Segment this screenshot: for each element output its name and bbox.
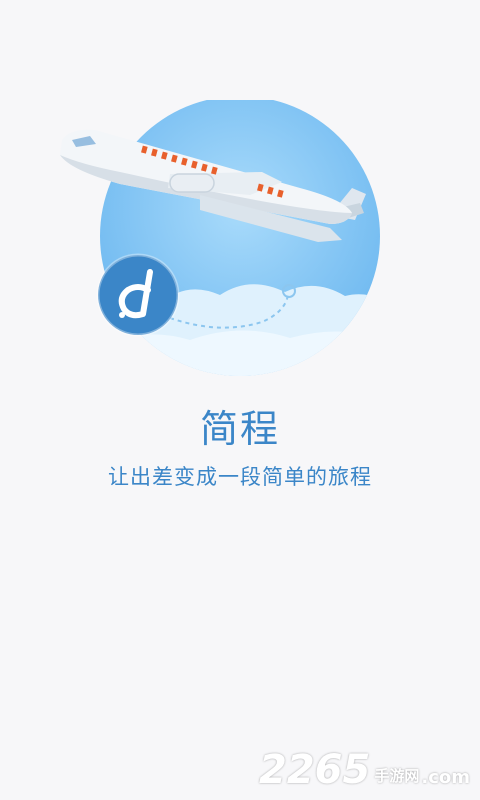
- watermark-number: 2265: [259, 747, 371, 793]
- app-title: 简程: [199, 407, 280, 451]
- splash-screen: 简程 让出差变成一段简单的旅程 2265 手游网 .com: [0, 0, 480, 800]
- watermark-suffix: .com: [421, 767, 470, 788]
- watermark: 2265 手游网 .com: [259, 746, 470, 792]
- app-tagline: 让出差变成一段简单的旅程: [108, 465, 372, 489]
- watermark-label: 手游网: [374, 767, 420, 785]
- hero-illustration: [60, 100, 380, 376]
- jianc-logo-icon[interactable]: [96, 253, 180, 337]
